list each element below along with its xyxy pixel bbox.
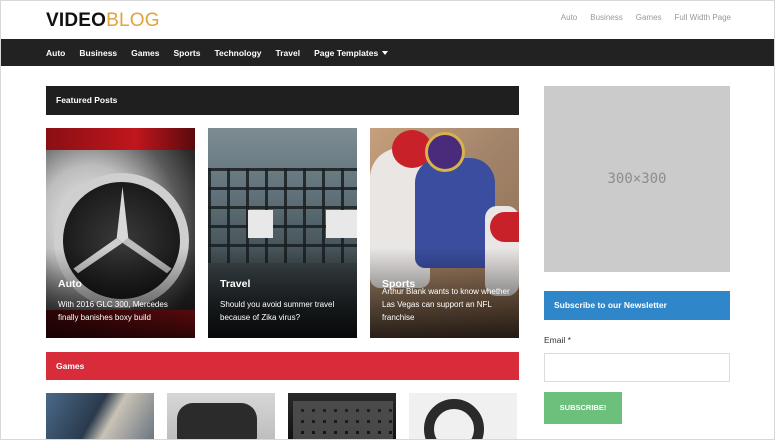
nav-item-page-templates-label: Page Templates	[314, 47, 379, 58]
football-helmet-image	[490, 212, 519, 242]
nav-item-auto[interactable]: Auto	[46, 48, 65, 58]
card-overlay	[208, 248, 357, 338]
newsletter-heading: Subscribe to our Newsletter	[544, 291, 730, 320]
game-thumbnail-headphones[interactable]	[409, 393, 517, 439]
featured-card-auto[interactable]: Auto With 2016 GLC 300, Mercedes finally…	[46, 128, 195, 338]
top-link-full-width-page[interactable]: Full Width Page	[675, 13, 731, 22]
nav-item-travel[interactable]: Travel	[276, 48, 301, 58]
nav-item-games[interactable]: Games	[131, 48, 159, 58]
featured-posts-grid: Auto With 2016 GLC 300, Mercedes finally…	[46, 128, 519, 338]
card-title[interactable]: Should you avoid summer travel because o…	[220, 298, 349, 324]
games-heading: Games	[46, 352, 519, 380]
gamepad-icon	[177, 403, 257, 439]
ad-placeholder-text: 300×300	[607, 171, 667, 187]
nav-item-business[interactable]: Business	[79, 48, 117, 58]
site-header: VIDEOBLOG Auto Business Games Full Width…	[1, 1, 774, 39]
game-thumbnail-astronaut[interactable]	[46, 393, 154, 439]
site-logo[interactable]: VIDEOBLOG	[46, 10, 160, 32]
featured-card-sports[interactable]: Sports Arthur Blank wants to know whethe…	[370, 128, 519, 338]
page: VIDEOBLOG Auto Business Games Full Width…	[0, 0, 775, 440]
card-overlay	[46, 248, 195, 338]
logo-text-part1: VIDEO	[46, 10, 107, 31]
ad-placeholder[interactable]: 300×300	[544, 86, 730, 272]
headphones-icon	[424, 399, 484, 439]
featured-card-travel[interactable]: Travel Should you avoid summer travel be…	[208, 128, 357, 338]
nav-item-sports[interactable]: Sports	[174, 48, 201, 58]
card-title[interactable]: Arthur Blank wants to know whether Las V…	[382, 285, 511, 324]
top-link-auto[interactable]: Auto	[561, 13, 577, 22]
games-thumbnails	[46, 393, 519, 439]
nav-item-page-templates[interactable]: Page Templates	[314, 47, 389, 58]
football-helmet-image	[425, 132, 465, 172]
subscribe-button[interactable]: SUBSCRIBE!	[544, 392, 622, 424]
nav-item-technology[interactable]: Technology	[214, 48, 261, 58]
airport-sign-image	[248, 210, 273, 238]
top-link-games[interactable]: Games	[636, 13, 662, 22]
keyboard-icon	[293, 401, 393, 439]
top-links: Auto Business Games Full Width Page	[561, 13, 731, 22]
top-link-business[interactable]: Business	[590, 13, 622, 22]
email-label: Email *	[544, 335, 571, 345]
card-category[interactable]: Auto	[58, 278, 82, 290]
logo-text-part2: BLOG	[106, 10, 160, 31]
main-nav: Auto Business Games Sports Technology Tr…	[1, 39, 774, 66]
chevron-down-icon	[382, 50, 389, 55]
airport-sign-image	[326, 210, 357, 238]
card-category[interactable]: Travel	[220, 278, 250, 290]
email-field[interactable]	[544, 353, 730, 382]
car-hood-image-part	[46, 128, 195, 150]
card-title[interactable]: With 2016 GLC 300, Mercedes finally bani…	[58, 298, 187, 324]
featured-posts-heading: Featured Posts	[46, 86, 519, 115]
game-thumbnail-keyboard[interactable]	[288, 393, 396, 439]
game-thumbnail-controller[interactable]	[167, 393, 275, 439]
